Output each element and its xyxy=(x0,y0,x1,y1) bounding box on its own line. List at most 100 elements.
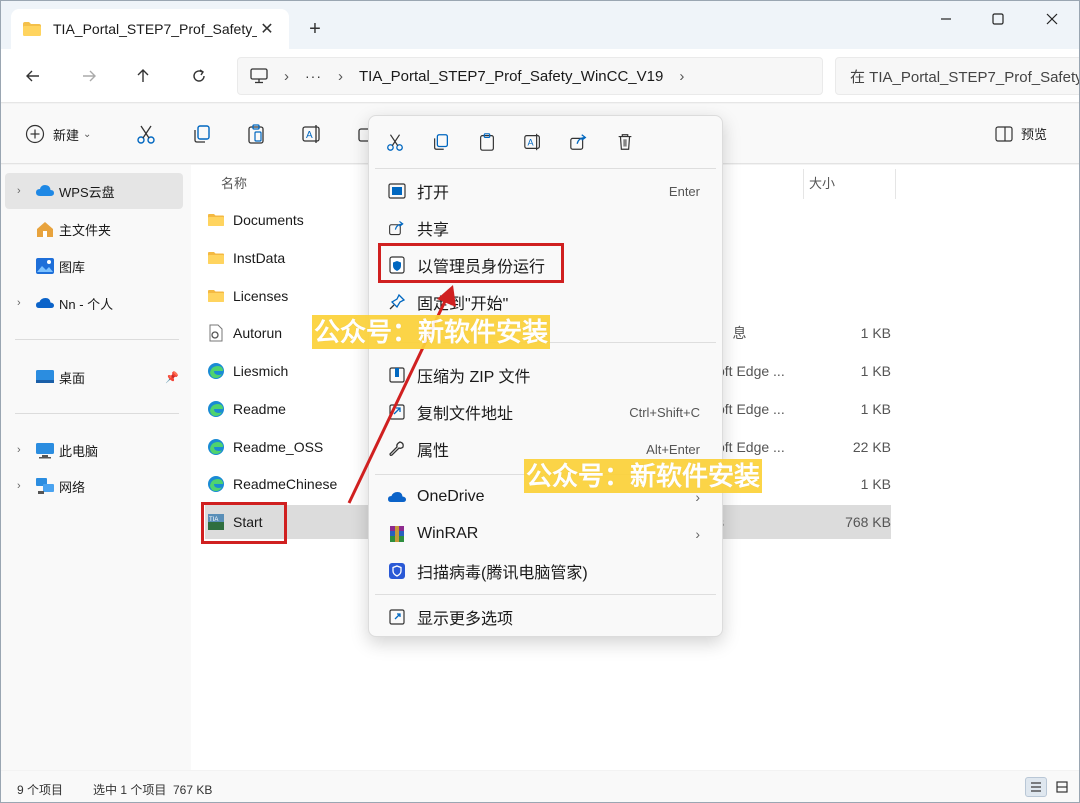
sidebar-item-this-pc[interactable]: › 此电脑 xyxy=(5,432,183,468)
sidebar-item-gallery[interactable]: 图库 xyxy=(5,248,183,284)
minimize-button[interactable] xyxy=(919,1,973,37)
tab-close-button[interactable]: ✕ xyxy=(257,19,277,39)
tab-current[interactable]: TIA_Portal_STEP7_Prof_Safety_ ✕ xyxy=(11,9,289,49)
menu-item-label: OneDrive xyxy=(417,488,485,505)
breadcrumb-overflow[interactable]: ··· xyxy=(305,68,322,84)
share-button[interactable] xyxy=(567,130,591,154)
maximize-button[interactable] xyxy=(971,1,1025,37)
search-input[interactable]: 在 TIA_Portal_STEP7_Prof_Safety_ xyxy=(835,57,1079,95)
rename-button[interactable]: A xyxy=(521,130,545,154)
file-type: oft Edge ... xyxy=(717,439,785,455)
trash-icon xyxy=(618,134,632,150)
breadcrumb-separator[interactable]: › xyxy=(284,68,289,85)
column-separator[interactable] xyxy=(803,169,804,199)
selection-info: 选中 1 个项目 767 KB xyxy=(93,783,213,797)
watermark-label: 公众号：新软件安装 xyxy=(524,459,763,493)
sidebar-item-home[interactable]: 主文件夹 xyxy=(5,211,183,247)
file-name: Readme_OSS xyxy=(233,439,324,455)
paste-icon xyxy=(480,133,494,151)
up-button[interactable] xyxy=(129,62,157,90)
chevron-right-icon[interactable]: › xyxy=(17,185,31,197)
rename-icon[interactable]: A xyxy=(301,123,323,145)
paste-button[interactable] xyxy=(475,130,499,154)
column-separator[interactable] xyxy=(895,169,896,199)
folder-icon xyxy=(208,290,224,302)
menu-item-scan-virus[interactable]: 扫描病毒(腾讯电脑管家) xyxy=(373,553,718,589)
close-window-button[interactable] xyxy=(1025,1,1079,37)
file-name: Documents xyxy=(233,212,304,228)
back-button[interactable] xyxy=(19,62,47,90)
status-bar: 9 个项目 选中 1 个项目 767 KB xyxy=(1,771,1079,802)
refresh-icon xyxy=(193,69,205,82)
column-header-size[interactable]: 大小 xyxy=(809,173,835,192)
menu-item-copy-path[interactable]: 复制文件地址 Ctrl+Shift+C xyxy=(373,394,718,430)
sidebar-item-desktop[interactable]: 桌面 📌 xyxy=(5,359,183,395)
file-name: Liesmich xyxy=(233,363,289,379)
forward-button[interactable] xyxy=(75,62,103,90)
menu-item-label: 复制文件地址 xyxy=(417,406,514,423)
new-button[interactable]: 新建 ⌄ xyxy=(25,124,91,144)
copy-path-icon xyxy=(389,404,405,420)
sidebar-item-network[interactable]: › 网络 xyxy=(5,468,183,504)
file-size: 1 KB xyxy=(860,401,891,417)
breadcrumb-current[interactable]: TIA_Portal_STEP7_Prof_Safety_WinCC_V19 xyxy=(359,68,663,85)
menu-item-winrar[interactable]: WinRAR › xyxy=(373,516,718,552)
chevron-right-icon[interactable]: › xyxy=(17,297,31,309)
copy-button[interactable] xyxy=(429,130,453,154)
file-size: 1 KB xyxy=(860,476,891,492)
sidebar-item-label: 网络 xyxy=(59,479,86,495)
menu-item-label: WinRAR xyxy=(417,525,479,542)
file-name: Readme xyxy=(233,401,286,417)
copy-icon xyxy=(434,134,448,150)
tab-title: TIA_Portal_STEP7_Prof_Safety_ xyxy=(53,21,257,37)
menu-item-label: 扫描病毒(腾讯电脑管家) xyxy=(417,565,588,582)
paste-icon[interactable] xyxy=(245,123,267,145)
tencent-shield-icon xyxy=(389,563,405,579)
cut-icon[interactable] xyxy=(135,123,157,145)
chevron-down-icon: ⌄ xyxy=(83,128,92,140)
settings-file-icon xyxy=(209,324,223,342)
tiles-view-button[interactable] xyxy=(1051,777,1073,797)
menu-item-open[interactable]: 打开 Enter xyxy=(373,173,718,209)
gallery-icon xyxy=(36,258,54,274)
copy-icon[interactable] xyxy=(191,123,213,145)
computer-icon xyxy=(250,68,268,84)
cut-button[interactable] xyxy=(383,130,407,154)
menu-item-compress-zip[interactable]: 压缩为 ZIP 文件 xyxy=(373,357,718,393)
breadcrumb-separator[interactable]: › xyxy=(338,68,343,85)
delete-button[interactable] xyxy=(613,130,637,154)
sidebar-item-onedrive-personal[interactable]: › Nn - 个人 xyxy=(5,285,183,321)
file-size: 768 KB xyxy=(845,514,891,530)
address-box[interactable]: › ··· › TIA_Portal_STEP7_Prof_Safety_Win… xyxy=(237,57,823,95)
new-button-label: 新建 xyxy=(53,127,80,143)
pin-icon[interactable]: 📌 xyxy=(165,371,179,384)
preview-pane-button[interactable]: 预览 xyxy=(995,124,1047,143)
edge-icon xyxy=(208,401,224,417)
computer-icon xyxy=(36,443,54,459)
details-view-button[interactable] xyxy=(1025,777,1047,797)
file-size: 22 KB xyxy=(852,439,891,455)
chevron-right-icon[interactable]: › xyxy=(17,444,31,456)
menu-item-show-more-options[interactable]: 显示更多选项 xyxy=(373,599,718,635)
arrow-up-icon xyxy=(137,69,149,82)
plus-circle-icon xyxy=(25,124,45,144)
file-name: Licenses xyxy=(233,288,289,304)
tiles-view-icon xyxy=(1056,781,1068,793)
refresh-button[interactable] xyxy=(185,62,213,90)
menu-item-label: 共享 xyxy=(417,222,450,239)
preview-label: 预览 xyxy=(1021,127,1048,142)
new-tab-button[interactable]: + xyxy=(303,17,327,41)
onedrive-icon xyxy=(36,298,54,308)
cloud-icon xyxy=(36,185,54,196)
breadcrumb-separator[interactable]: › xyxy=(679,68,684,85)
details-view-icon xyxy=(1031,782,1041,792)
sidebar-item-label: 主文件夹 xyxy=(59,222,112,238)
chevron-right-icon[interactable]: › xyxy=(17,480,31,492)
column-header-name[interactable]: 名称 xyxy=(221,173,247,192)
navigation-pane: › WPS云盘 主文件夹 图库 › Nn - 个人 桌面 📌 › 此电脑 › 网… xyxy=(1,165,191,770)
menu-item-share[interactable]: 共享 xyxy=(373,210,718,246)
sidebar-item-wps-cloud[interactable]: › WPS云盘 xyxy=(5,173,183,209)
file-size: 1 KB xyxy=(860,363,891,379)
zip-icon xyxy=(389,367,405,383)
menu-item-shortcut: Enter xyxy=(668,183,700,199)
